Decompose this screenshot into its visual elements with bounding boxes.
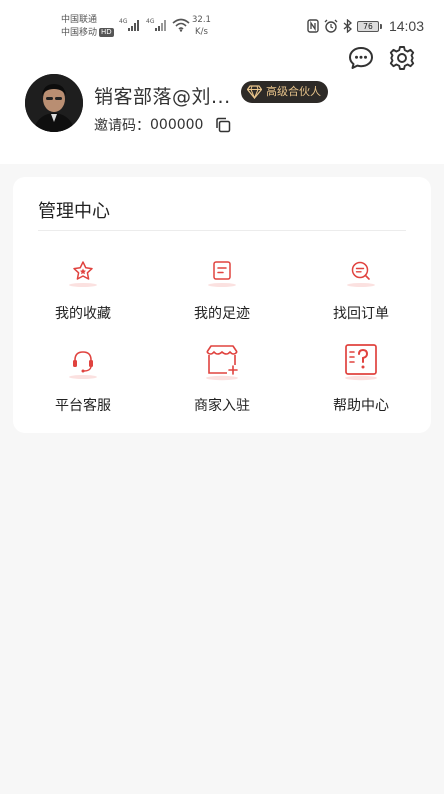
card-title: 管理中心 <box>38 201 110 222</box>
badge-label: 高级合伙人 <box>266 85 321 98</box>
speed-value: 32.1 <box>192 15 211 25</box>
invite-code-row: 邀请码： 000000 <box>94 115 231 135</box>
grid-item-customer-service[interactable]: 平台客服 <box>13 347 153 417</box>
network-speed: 32.1 K/s <box>192 14 211 38</box>
network-type-1: 4G <box>119 18 128 25</box>
grid-item-favorites[interactable]: 我的收藏 <box>13 259 153 329</box>
battery-level: 76 <box>356 20 379 32</box>
divider <box>38 230 406 231</box>
footprint-icon <box>208 261 236 287</box>
grid-item-label: 我的收藏 <box>55 306 111 322</box>
carrier-1: 中国联通 <box>61 15 98 25</box>
network-type-2: 4G <box>146 18 155 25</box>
grid-item-help-center[interactable]: 帮助中心 <box>291 343 431 414</box>
grid-item-retrieve-order[interactable]: 找回订单 <box>291 259 431 329</box>
store-icon <box>206 345 238 381</box>
grid-item-label: 找回订单 <box>333 306 389 322</box>
wifi-icon <box>172 18 190 32</box>
signal-icon-2: 4G <box>146 18 166 31</box>
bluetooth-icon <box>343 19 352 33</box>
grid-item-label: 我的足迹 <box>194 306 250 322</box>
status-right: 76 14:03 <box>307 18 424 34</box>
grid-item-label: 平台客服 <box>55 398 111 414</box>
grid-item-label: 商家入驻 <box>194 398 250 414</box>
member-level-badge: 高级合伙人 <box>241 81 328 103</box>
settings-icon[interactable] <box>388 44 416 72</box>
nfc-icon <box>307 19 319 33</box>
search-order-icon <box>347 261 375 287</box>
diamond-icon <box>247 85 262 99</box>
message-icon[interactable] <box>347 44 375 72</box>
alarm-icon <box>324 19 338 33</box>
help-icon <box>345 344 377 381</box>
nickname: 销客部落@刘... <box>94 86 231 108</box>
status-bar: 中国联通 中国移动 HD 4G 4G 32.1 K/s 76 14:03 <box>0 0 444 44</box>
invite-code: 000000 <box>150 117 204 133</box>
clock: 14:03 <box>388 18 424 34</box>
grid-item-label: 帮助中心 <box>333 398 389 414</box>
hd-badge: HD <box>99 28 114 37</box>
avatar[interactable] <box>25 74 83 132</box>
avatar-photo <box>25 74 83 132</box>
grid-item-merchant-join[interactable]: 商家入驻 <box>152 343 292 414</box>
copy-icon[interactable] <box>215 117 231 133</box>
signal-icon: 4G <box>119 18 139 31</box>
star-icon <box>69 261 97 287</box>
carrier-info: 中国联通 中国移动 HD <box>61 14 114 40</box>
management-center-card: 管理中心 我的收藏 我的足迹 找回订单 平台客服 商家入驻 帮助中心 <box>13 177 431 433</box>
battery-icon: 76 <box>356 20 382 32</box>
profile-header: 中国联通 中国移动 HD 4G 4G 32.1 K/s 76 14:03 销客部… <box>0 0 444 164</box>
invite-label: 邀请码： <box>94 118 150 134</box>
grid-item-history[interactable]: 我的足迹 <box>152 259 292 329</box>
speed-unit: K/s <box>195 27 208 37</box>
headset-icon <box>69 351 97 379</box>
carrier-2: 中国移动 <box>61 28 98 38</box>
